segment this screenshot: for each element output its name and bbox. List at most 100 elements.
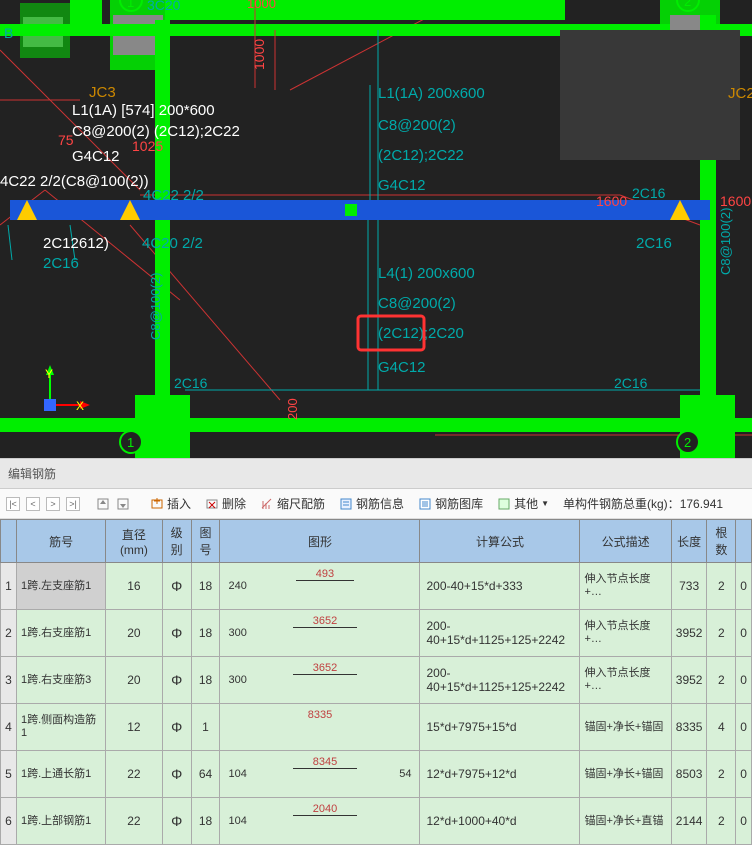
delete-button[interactable]: 删除 xyxy=(201,493,250,514)
col-formula[interactable]: 计算公式 xyxy=(420,520,580,563)
info-button[interactable]: 钢筋信息 xyxy=(335,493,408,514)
cell-count[interactable]: 4 xyxy=(707,704,736,751)
cell-shape[interactable]: 1042040 xyxy=(220,798,420,845)
col-fignum[interactable]: 图号 xyxy=(191,520,220,563)
cell-shape[interactable]: 8335 xyxy=(220,704,420,751)
cell-desc[interactable]: 伸入节点长度+… xyxy=(580,657,671,704)
table-row[interactable]: 2 1跨.右支座筋1 20 Φ 18 3003652 200-40+15*d+1… xyxy=(1,610,752,657)
insert-button[interactable]: 插入 xyxy=(146,493,195,514)
cell-diameter[interactable]: 22 xyxy=(106,798,163,845)
nav-prev-button[interactable]: < xyxy=(26,497,40,511)
cell-diameter[interactable]: 22 xyxy=(106,751,163,798)
beam-spec-4C22: 4C22 2/2(C8@100(2)) xyxy=(0,173,149,190)
label-C8-100-right: C8@100(2) xyxy=(718,208,733,275)
cell-fignum[interactable]: 18 xyxy=(191,610,220,657)
cell-formula[interactable]: 15*d+7975+15*d xyxy=(420,704,580,751)
cell-name[interactable]: 1跨.上部钢筋1 xyxy=(17,798,106,845)
col-count[interactable]: 根数 xyxy=(707,520,736,563)
cell-diameter[interactable]: 12 xyxy=(106,704,163,751)
col-diameter[interactable]: 直径(mm) xyxy=(106,520,163,563)
library-button[interactable]: 钢筋图库 xyxy=(414,493,487,514)
cell-shape[interactable]: 104834554 xyxy=(220,751,420,798)
label-2C16b: 2C16 xyxy=(43,255,79,272)
cell-length[interactable]: 2144 xyxy=(671,798,707,845)
cell-fignum[interactable]: 1 xyxy=(191,704,220,751)
label-2C16a: 2C16 xyxy=(636,235,672,252)
cell-name[interactable]: 1跨.右支座筋3 xyxy=(17,657,106,704)
col-shape[interactable]: 图形 xyxy=(220,520,420,563)
nav-first-button[interactable]: |< xyxy=(6,497,20,511)
cell-desc[interactable]: 锚固+净长+锚固 xyxy=(580,751,671,798)
cell-last[interactable]: 0 xyxy=(736,798,752,845)
cell-level[interactable]: Φ xyxy=(162,704,191,751)
insert-label: 插入 xyxy=(167,495,191,512)
label-2C16d: 2C16 xyxy=(614,375,648,391)
col-length[interactable]: 长度 xyxy=(671,520,707,563)
cell-shape[interactable]: 3003652 xyxy=(220,657,420,704)
cell-count[interactable]: 2 xyxy=(707,563,736,610)
table-row[interactable]: 3 1跨.右支座筋3 20 Φ 18 3003652 200-40+15*d+1… xyxy=(1,657,752,704)
table-row[interactable]: 1 1跨.左支座筋1 16 Φ 18 240493 200-40+15*d+33… xyxy=(1,563,752,610)
cell-fignum[interactable]: 18 xyxy=(191,563,220,610)
cell-desc[interactable]: 伸入节点长度+… xyxy=(580,610,671,657)
cell-count[interactable]: 2 xyxy=(707,657,736,704)
cell-fignum[interactable]: 18 xyxy=(191,657,220,704)
cell-name[interactable]: 1跨.侧面构造筋1 xyxy=(17,704,106,751)
panel-title: 编辑钢筋 xyxy=(0,458,752,489)
cell-name[interactable]: 1跨.上通长筋1 xyxy=(17,751,106,798)
cell-last[interactable]: 0 xyxy=(736,610,752,657)
move-up-icon[interactable] xyxy=(96,497,110,511)
col-extra[interactable] xyxy=(736,520,752,563)
cell-formula[interactable]: 12*d+1000+40*d xyxy=(420,798,580,845)
cell-level[interactable]: Φ xyxy=(162,610,191,657)
cell-level[interactable]: Φ xyxy=(162,751,191,798)
cell-desc[interactable]: 锚固+净长+锚固 xyxy=(580,704,671,751)
cell-shape[interactable]: 240493 xyxy=(220,563,420,610)
cell-fignum[interactable]: 18 xyxy=(191,798,220,845)
cell-last[interactable]: 0 xyxy=(736,704,752,751)
cell-count[interactable]: 2 xyxy=(707,751,736,798)
nav-next-button[interactable]: > xyxy=(46,497,60,511)
cell-length[interactable]: 3952 xyxy=(671,610,707,657)
cell-length[interactable]: 733 xyxy=(671,563,707,610)
col-name[interactable]: 筋号 xyxy=(17,520,106,563)
cell-last[interactable]: 0 xyxy=(736,751,752,798)
cell-count[interactable]: 2 xyxy=(707,798,736,845)
cell-name[interactable]: 1跨.左支座筋1 xyxy=(17,563,106,610)
cell-fignum[interactable]: 64 xyxy=(191,751,220,798)
cell-last[interactable]: 0 xyxy=(736,563,752,610)
cell-level[interactable]: Φ xyxy=(162,563,191,610)
table-row[interactable]: 5 1跨.上通长筋1 22 Φ 64 104834554 12*d+7975+1… xyxy=(1,751,752,798)
cad-drawing-viewport[interactable]: 1000 L1(1A) 200x600 C8@200(2) (2C12);2C2… xyxy=(0,0,752,458)
cell-formula[interactable]: 200-40+15*d+333 xyxy=(420,563,580,610)
cell-formula[interactable]: 200-40+15*d+1125+125+2242 xyxy=(420,657,580,704)
cell-last[interactable]: 0 xyxy=(736,657,752,704)
other-label: 其他 xyxy=(514,495,538,512)
cell-length[interactable]: 8335 xyxy=(671,704,707,751)
col-desc[interactable]: 公式描述 xyxy=(580,520,671,563)
cell-formula[interactable]: 12*d+7975+12*d xyxy=(420,751,580,798)
cell-level[interactable]: Φ xyxy=(162,657,191,704)
cell-count[interactable]: 2 xyxy=(707,610,736,657)
scale-button[interactable]: 缩尺配筋 xyxy=(256,493,329,514)
beam-label-2C12-2C22: (2C12);2C22 xyxy=(378,147,464,164)
cell-length[interactable]: 8503 xyxy=(671,751,707,798)
cell-diameter[interactable]: 20 xyxy=(106,657,163,704)
cell-desc[interactable]: 锚固+净长+直锚 xyxy=(580,798,671,845)
other-button[interactable]: 其他 ▼ xyxy=(493,493,553,514)
cell-length[interactable]: 3952 xyxy=(671,657,707,704)
nav-last-button[interactable]: >| xyxy=(66,497,80,511)
cell-desc[interactable]: 伸入节点长度+… xyxy=(580,563,671,610)
cell-diameter[interactable]: 20 xyxy=(106,610,163,657)
cell-level[interactable]: Φ xyxy=(162,798,191,845)
library-label: 钢筋图库 xyxy=(435,495,483,512)
cell-diameter[interactable]: 16 xyxy=(106,563,163,610)
move-down-icon[interactable] xyxy=(116,497,130,511)
cell-name[interactable]: 1跨.右支座筋1 xyxy=(17,610,106,657)
table-row[interactable]: 4 1跨.侧面构造筋1 12 Φ 1 8335 15*d+7975+15*d 锚… xyxy=(1,704,752,751)
cell-shape[interactable]: 3003652 xyxy=(220,610,420,657)
cell-formula[interactable]: 200-40+15*d+1125+125+2242 xyxy=(420,610,580,657)
table-row[interactable]: 6 1跨.上部钢筋1 22 Φ 18 1042040 12*d+1000+40*… xyxy=(1,798,752,845)
col-level[interactable]: 级别 xyxy=(162,520,191,563)
dropdown-icon: ▼ xyxy=(541,499,549,508)
